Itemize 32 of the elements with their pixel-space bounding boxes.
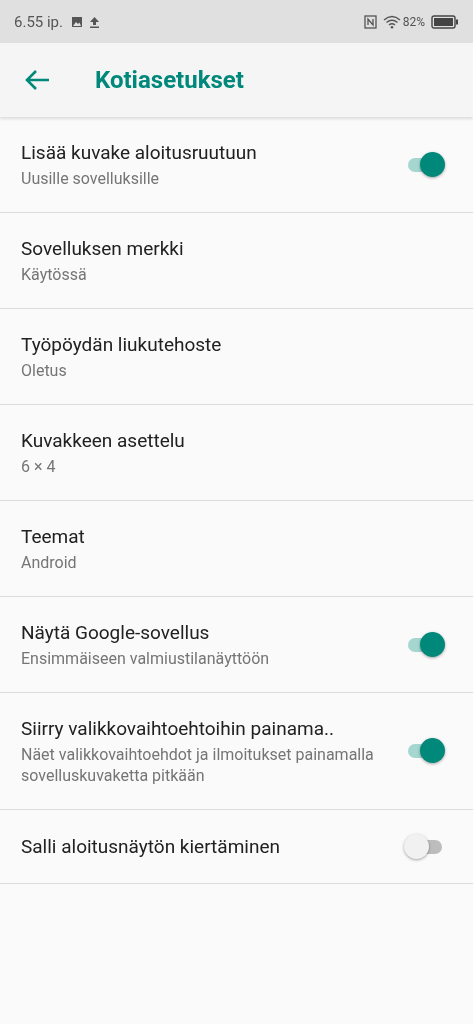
setting-title: Teemat [21, 524, 86, 548]
page-title: Kotiasetukset [95, 66, 244, 94]
setting-item[interactable]: Teemat Android [0, 501, 473, 597]
nfc-icon [363, 14, 377, 29]
setting-item[interactable]: Salli aloitusnäytön kiertäminen [0, 810, 473, 884]
battery-icon [431, 14, 459, 29]
setting-subtitle: Uusille sovelluksille [21, 167, 161, 189]
upload-icon [89, 15, 100, 28]
status-time: 6.55 ip. [14, 12, 63, 31]
setting-subtitle: Ensimmäiseen valmiustilanäyttöön [21, 647, 271, 669]
image-icon [71, 15, 83, 28]
setting-item[interactable]: Näytä Google-sovellus Ensimmäiseen valmiustilanäyttöön [0, 597, 473, 693]
setting-item[interactable]: Työpöydän liukutehoste Oletus [0, 309, 473, 405]
setting-subtitle: 6 × 4 [21, 455, 57, 477]
setting-item[interactable]: Lisää kuvake aloitusruutuun Uusille sovelluksille [0, 117, 473, 213]
setting-subtitle: Android [21, 551, 78, 573]
setting-title: Siirry valikkovaihtoehtoihin painama.. [21, 716, 335, 740]
setting-item[interactable]: Kuvakkeen asettelu 6 × 4 [0, 405, 473, 501]
setting-subtitle: Näet valikkovaihtoehdot ja ilmoitukset painamalla sovelluskuvaketta pitkään [21, 743, 375, 786]
setting-item[interactable]: Siirry valikkovaihtoehtoihin painama.. Näet valikkovaihtoehdot ja ilmoitukset painamalla sovelluskuvaketta pitkään [0, 693, 473, 810]
setting-title: Sovelluksen merkki [21, 236, 185, 260]
setting-subtitle: Oletus [21, 359, 68, 381]
setting-title: Salli aloitusnäytön kiertäminen [21, 835, 281, 858]
setting-subtitle: Käytössä [21, 263, 88, 285]
setting-title: Näytä Google-sovellus [21, 620, 211, 644]
setting-title: Työpöydän liukutehoste [21, 332, 223, 356]
battery-percent: 82% [402, 14, 425, 29]
setting-title: Kuvakkeen asettelu [21, 428, 186, 452]
setting-item[interactable]: Sovelluksen merkki Käytössä [0, 213, 473, 309]
back-arrow-icon[interactable] [25, 69, 51, 91]
wifi-icon [382, 14, 401, 29]
setting-title: Lisää kuvake aloitusruutuun [21, 140, 258, 164]
